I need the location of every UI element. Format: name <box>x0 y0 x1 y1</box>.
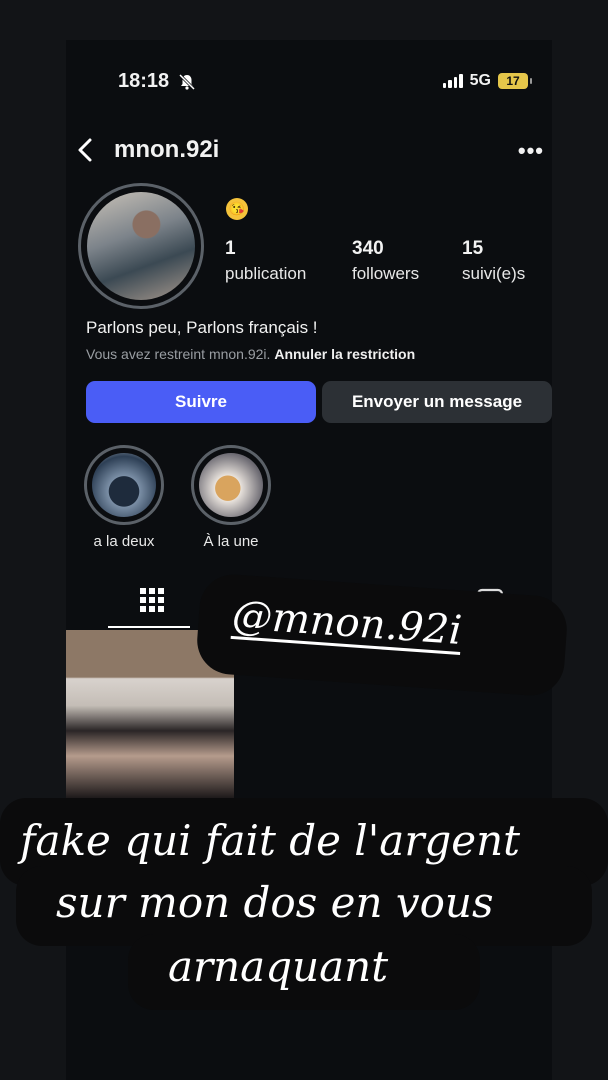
profile-username: mnon.92i <box>114 136 220 163</box>
highlight-label: a la deux <box>93 533 155 550</box>
network-label: 5G <box>469 72 491 89</box>
stat-followers-count: 340 <box>352 238 384 259</box>
bell-slash-icon <box>178 73 196 91</box>
highlight-item[interactable]: À la une <box>189 445 273 550</box>
stat-followers[interactable]: 340 followers <box>352 238 419 284</box>
stat-following-label: suivi(e)s <box>462 264 526 283</box>
stat-posts-label: publication <box>225 264 307 283</box>
stat-following[interactable]: 15 suivi(e)s <box>462 238 525 284</box>
status-indicators: 5G 17 <box>442 72 532 90</box>
profile-bio: Parlons peu, Parlons français ! <box>86 318 318 337</box>
highlight-item[interactable]: a la deux <box>82 445 166 550</box>
kiss-emoji: 😘 <box>226 198 248 220</box>
grid-icon[interactable] <box>140 588 164 612</box>
more-icon[interactable]: ••• <box>518 138 544 164</box>
back-icon[interactable] <box>74 136 96 164</box>
restriction-text: Vous avez restreint mnon.92i. <box>86 346 271 362</box>
message-button[interactable]: Envoyer un message <box>322 381 552 423</box>
unrestrict-link[interactable]: Annuler la restriction <box>274 346 415 362</box>
signal-icon <box>442 74 463 88</box>
stat-posts[interactable]: 1 publication <box>225 238 306 284</box>
stat-posts-count: 1 <box>225 238 236 259</box>
caption-line: sur mon dos en vous <box>56 878 494 927</box>
avatar[interactable] <box>78 183 204 309</box>
restriction-notice: Vous avez restreint mnon.92i. Annuler la… <box>86 346 415 362</box>
highlight-label: À la une <box>203 533 259 550</box>
stat-followers-label: followers <box>352 264 420 283</box>
follow-button[interactable]: Suivre <box>86 381 316 423</box>
active-tab-indicator <box>108 626 190 628</box>
stat-following-count: 15 <box>462 238 484 259</box>
battery-icon: 17 <box>498 73 532 89</box>
highlight-cover <box>191 445 271 525</box>
battery-level: 17 <box>506 74 520 88</box>
caption-line: arnaquant <box>168 942 389 991</box>
avatar-image <box>87 192 195 300</box>
highlight-cover <box>84 445 164 525</box>
status-time: 18:18 <box>118 70 170 92</box>
caption-line: fake qui fait de l'argent <box>20 816 521 865</box>
